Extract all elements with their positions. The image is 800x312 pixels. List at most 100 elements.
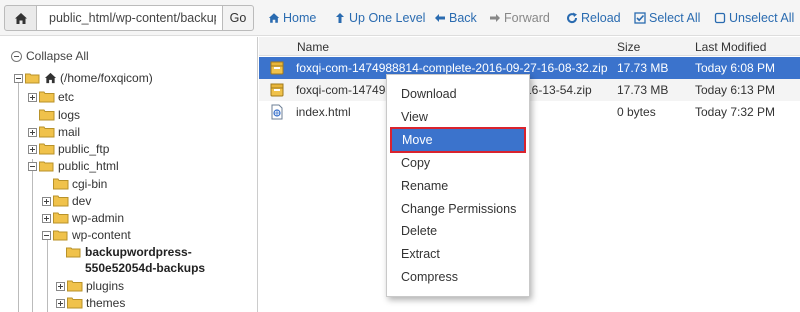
reload-label: Reload [581,11,621,25]
file-name: foxqi-com-147498 [296,83,393,97]
tree-node-mail[interactable]: mail [28,124,80,140]
tree-item-label: public_ftp [58,142,110,156]
menu-item-delete[interactable]: Delete [387,220,529,242]
column-header-name[interactable]: Name [297,40,329,54]
collapse-all-button[interactable]: Collapse All [11,49,89,63]
folder-icon [39,91,55,103]
file-size: 17.73 MB [617,83,669,97]
tree-node-wp-content[interactable]: wp-content [42,227,131,243]
unselect-all-button[interactable]: Unselect All [714,10,794,26]
home-path-button[interactable] [4,5,37,31]
reload-icon [567,12,578,24]
collapse-toggle-icon[interactable] [28,161,37,171]
context-menu: Download View Move Copy Rename Change Pe… [386,74,530,297]
open-folder-icon [39,161,54,172]
tree-node-wp-admin[interactable]: wp-admin [42,210,124,226]
folder-icon [53,178,69,190]
tree-guide-line [47,235,48,312]
select-all-button[interactable]: Select All [634,10,700,26]
tree-item-label: cgi-bin [72,177,108,191]
folder-icon [53,195,69,207]
file-size: 17.73 MB [617,61,669,75]
tree-guide-line [18,83,19,312]
home-icon [14,12,27,24]
menu-item-rename[interactable]: Rename [387,175,529,197]
forward-button[interactable]: Forward [489,10,550,26]
empty-square-icon [714,12,726,24]
expand-toggle-icon[interactable] [42,196,51,206]
folder-icon [67,297,83,309]
tree-item-label: public_html [58,159,119,173]
toolbar: Go Home Up One Level Back Forward Reload… [0,0,800,36]
select-all-label: Select All [649,11,701,25]
collapse-toggle-icon[interactable] [42,230,51,240]
tree-node-themes[interactable]: themes [56,295,125,311]
tree-guide-line [32,159,33,312]
collapse-all-label: Collapse All [26,49,89,63]
folder-icon [39,143,55,155]
folder-icon [53,212,69,224]
folder-icon [39,109,55,121]
expand-toggle-icon[interactable] [42,213,51,223]
expand-toggle-icon[interactable] [56,298,65,308]
column-header-size[interactable]: Size [617,40,640,54]
home-button[interactable]: Home [268,10,316,26]
reload-button[interactable]: Reload [566,10,621,26]
column-header-last-modified[interactable]: Last Modified [695,40,766,54]
menu-item-extract[interactable]: Extract [387,243,529,265]
menu-item-download[interactable]: Download [387,83,529,105]
tree-item-label: wp-content [72,228,131,242]
tree-node-backupwordpress[interactable]: backupwordpress- [66,244,192,260]
tree-node-public-html[interactable]: public_html [28,158,119,174]
tree-item-label: plugins [86,279,125,293]
file-modified: Today 6:13 PM [695,83,776,97]
unselect-all-label: Unselect All [729,11,795,25]
menu-item-move[interactable]: Move [390,127,526,153]
folder-tree: Collapse All (/home/foxqicom) etc logs m… [0,37,258,312]
arrow-up-icon [336,13,344,23]
menu-item-compress[interactable]: Compress [387,266,529,288]
expand-toggle-icon[interactable] [28,144,37,154]
back-label: Back [449,11,477,25]
menu-item-view[interactable]: View [387,106,529,128]
minus-circle-icon [11,50,22,62]
home-icon [44,72,57,84]
back-button[interactable]: Back [434,10,477,26]
go-button[interactable]: Go [222,5,254,31]
file-modified: Today 6:08 PM [695,61,776,75]
tree-item-label: dev [72,194,92,208]
tree-node-public-ftp[interactable]: public_ftp [28,141,109,157]
open-folder-icon [25,73,40,84]
file-size: 0 bytes [617,105,656,119]
tree-item-label: etc [58,90,75,104]
expand-toggle-icon[interactable] [56,281,65,291]
archive-icon [270,83,284,97]
tree-node-dev[interactable]: dev [42,193,91,209]
arrow-left-icon [435,14,445,22]
tree-node-etc[interactable]: etc [28,89,74,105]
collapse-toggle-icon[interactable] [14,73,23,83]
tree-item-label: logs [58,108,81,122]
file-list-header: Name Size Last Modified [259,37,800,56]
up-one-level-label: Up One Level [349,11,426,25]
file-modified: Today 7:32 PM [695,105,776,119]
tree-node-plugins[interactable]: plugins [56,278,124,294]
file-name: foxqi-com-1474988814-complete-2016-09-27… [296,61,608,75]
expand-toggle-icon[interactable] [28,92,37,102]
tree-item-label-continuation: 550e52054d-backups [85,261,206,275]
up-one-level-button[interactable]: Up One Level [334,10,425,26]
tree-item-label: themes [86,296,126,310]
home-icon [268,13,280,23]
tree-node-logs[interactable]: logs [39,107,80,123]
tree-node-cgi-bin[interactable]: cgi-bin [53,176,107,192]
tree-item-label: backupwordpress- [85,245,192,259]
check-square-icon [634,12,646,24]
forward-label: Forward [504,11,550,25]
expand-toggle-icon[interactable] [28,127,37,137]
menu-item-change-permissions[interactable]: Change Permissions [387,198,529,220]
menu-item-copy[interactable]: Copy [387,152,529,174]
html-file-icon [271,104,283,120]
path-input[interactable] [36,5,223,31]
tree-node-root[interactable]: (/home/foxqicom) [14,70,153,86]
archive-icon [270,61,284,75]
